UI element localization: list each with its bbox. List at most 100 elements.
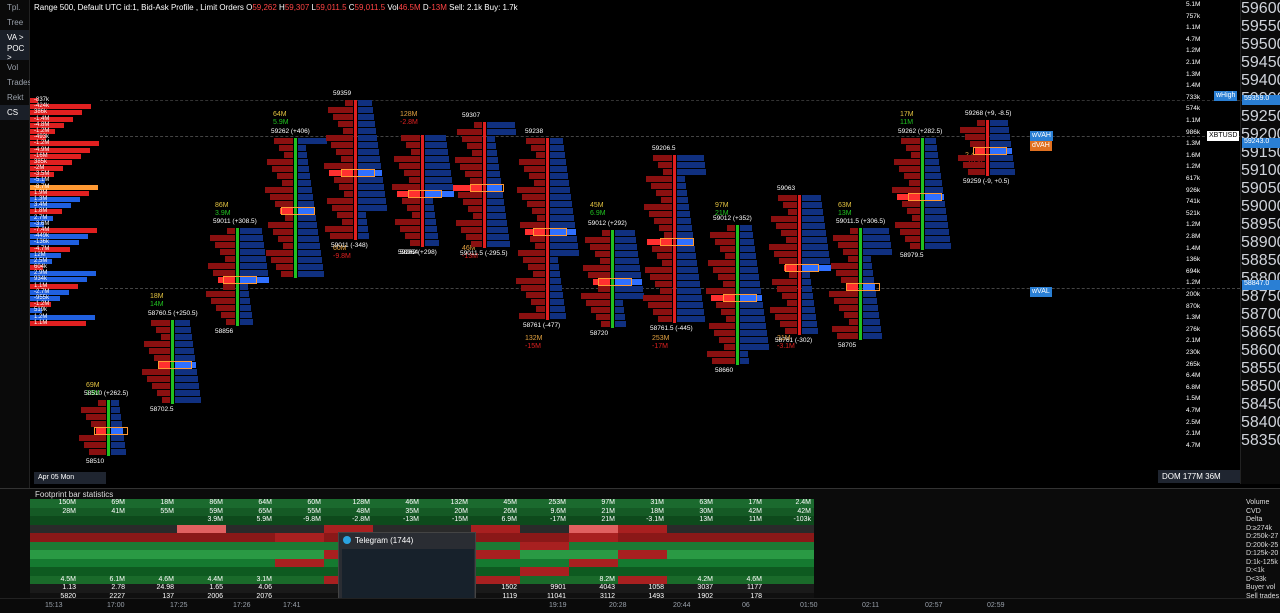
footprint-ask-cell bbox=[550, 194, 571, 200]
footprint-chart[interactable]: 69M 13M 58510 (+262.5) 58510 18M 14M 58760.5 (… bbox=[30, 0, 1240, 484]
sidebar-item-tree[interactable]: Tree bbox=[0, 15, 29, 30]
dom-summary[interactable]: DOM 177M 36M bbox=[1158, 470, 1240, 483]
footprint-ask-cell bbox=[487, 241, 510, 247]
footprint-bid-cell bbox=[646, 176, 672, 182]
footprint-bid-cell bbox=[843, 249, 858, 255]
profile-value: -2.7M bbox=[34, 288, 50, 295]
footprint-stats-panel: Footprint bar statistics 150M 69M 18M 86M 64… bbox=[0, 488, 1280, 601]
footprint-candle-body bbox=[986, 120, 989, 127]
stats-row-label: Delta bbox=[1246, 516, 1263, 523]
footprint-ask-cell bbox=[550, 292, 563, 298]
footprint-bid-cell bbox=[658, 162, 672, 168]
stats-cell: 4.6M bbox=[128, 575, 177, 584]
footprint-bid-cell bbox=[142, 369, 170, 375]
footprint-candle-body bbox=[546, 292, 549, 299]
footprint-poc-box bbox=[723, 294, 757, 302]
stats-cell bbox=[275, 524, 324, 533]
profile-value: 1.2M bbox=[34, 313, 48, 320]
footprint-bid-cell bbox=[394, 156, 420, 162]
footprint-ask-cell bbox=[615, 286, 643, 292]
stats-cell bbox=[716, 558, 765, 567]
footprint-total: 128M bbox=[400, 111, 418, 118]
footprint-candle-body bbox=[611, 286, 614, 293]
footprint-ask-cell bbox=[677, 267, 698, 273]
sidebar-item-vol[interactable]: Vol bbox=[0, 60, 29, 75]
sidebar-item-trades[interactable]: Trades bbox=[0, 75, 32, 90]
stats-cell: -2.8M bbox=[324, 516, 373, 525]
dom-volume: 1.4M bbox=[1186, 244, 1201, 252]
footprint-bid-cell bbox=[344, 191, 353, 197]
dom-volume: 1.2M bbox=[1186, 279, 1201, 287]
footprint-candle-body bbox=[611, 307, 614, 314]
dom-level: 4.7M bbox=[1172, 407, 1240, 416]
sidebar-item-poc[interactable]: POC > bbox=[0, 44, 29, 62]
stats-cell bbox=[716, 550, 765, 559]
footprint-bid-cell bbox=[534, 180, 545, 186]
footprint-bid-cell bbox=[829, 291, 858, 297]
time-axis[interactable]: 15:13 17:00 17:25 17:26 17:41 19:19 20:28 20:44… bbox=[0, 598, 1280, 613]
footprint-delta: 13M bbox=[838, 210, 852, 217]
footprint-bid-cell bbox=[412, 212, 420, 218]
footprint-candle-body bbox=[294, 159, 297, 166]
footprint-candle-body bbox=[736, 232, 739, 239]
footprint-ask-cell bbox=[863, 235, 890, 241]
stats-cell: -13M bbox=[373, 516, 422, 525]
price-scale[interactable]: 59600.059550.059500.059450.059400.059300… bbox=[1240, 0, 1280, 484]
footprint-candle-body bbox=[171, 390, 174, 397]
footprint-bid-cell bbox=[463, 199, 482, 205]
stats-cell bbox=[128, 516, 177, 525]
dom-level: 870k bbox=[1172, 303, 1240, 312]
footprint-ask-cell bbox=[677, 169, 706, 175]
footprint-bid-cell bbox=[457, 129, 482, 135]
footprint-ask-cell bbox=[425, 240, 439, 246]
footprint-ask-cell bbox=[298, 257, 322, 263]
footprint-bid-cell bbox=[273, 229, 293, 235]
footprint-ask-cell bbox=[175, 327, 191, 333]
footprint-candle-body bbox=[294, 229, 297, 236]
dom-level: 1.4M bbox=[1172, 82, 1240, 91]
footprint-bid-cell bbox=[345, 100, 353, 106]
footprint-ask-cell bbox=[740, 260, 757, 266]
sidebar-item-rekt[interactable]: Rekt bbox=[0, 90, 29, 105]
profile-value: -16M bbox=[34, 152, 48, 159]
profile-value: 1.1M bbox=[34, 319, 48, 326]
dom-level: 1.6M bbox=[1172, 152, 1240, 161]
footprint-bid-cell bbox=[770, 307, 797, 313]
footprint-ask-cell bbox=[358, 177, 383, 183]
stats-cell bbox=[667, 567, 716, 576]
footprint-candle-body bbox=[354, 121, 357, 128]
footprint-bid-cell bbox=[537, 215, 545, 221]
footprint-bid-cell bbox=[653, 309, 672, 315]
sidebar-item-cs[interactable]: CS bbox=[0, 105, 29, 120]
footprint-bid-cell bbox=[411, 149, 420, 155]
footprint-ask-cell bbox=[175, 390, 200, 396]
footprint-candle-body bbox=[798, 209, 801, 216]
footprint-ask-cell bbox=[863, 326, 881, 332]
profile-value: -1.2M bbox=[34, 301, 50, 308]
footprint-bid-cell bbox=[339, 184, 353, 190]
stats-row bbox=[30, 524, 1245, 533]
footprint-bid-cell bbox=[899, 166, 920, 172]
sidebar-item-tpl[interactable]: Tpl. bbox=[0, 0, 29, 15]
footprint-ask-cell bbox=[425, 205, 434, 211]
footprint-ask-cell bbox=[740, 232, 753, 238]
footprint-candle-body bbox=[673, 204, 676, 211]
footprint-ask-cell bbox=[240, 256, 266, 262]
stats-cell bbox=[716, 567, 765, 576]
footprint-candle-body bbox=[421, 149, 424, 156]
footprint-ask-cell bbox=[425, 219, 436, 225]
footprint-bid-cell bbox=[839, 305, 858, 311]
footprint-ask-cell bbox=[802, 216, 824, 222]
stats-cell: 21M bbox=[569, 516, 618, 525]
footprint-ask-cell bbox=[802, 314, 816, 320]
stats-cell: 42M bbox=[716, 507, 765, 516]
stats-cell bbox=[471, 550, 520, 559]
stats-cell: 20M bbox=[422, 507, 471, 516]
footprint-candle-body bbox=[483, 199, 486, 206]
footprint-candle-body bbox=[421, 198, 424, 205]
footprint-bid-cell bbox=[458, 192, 482, 198]
footprint-bid-cell bbox=[523, 257, 545, 263]
footprint-candle-body bbox=[421, 156, 424, 163]
footprint-ask-cell bbox=[677, 190, 687, 196]
footprint-ask-cell bbox=[677, 176, 685, 182]
